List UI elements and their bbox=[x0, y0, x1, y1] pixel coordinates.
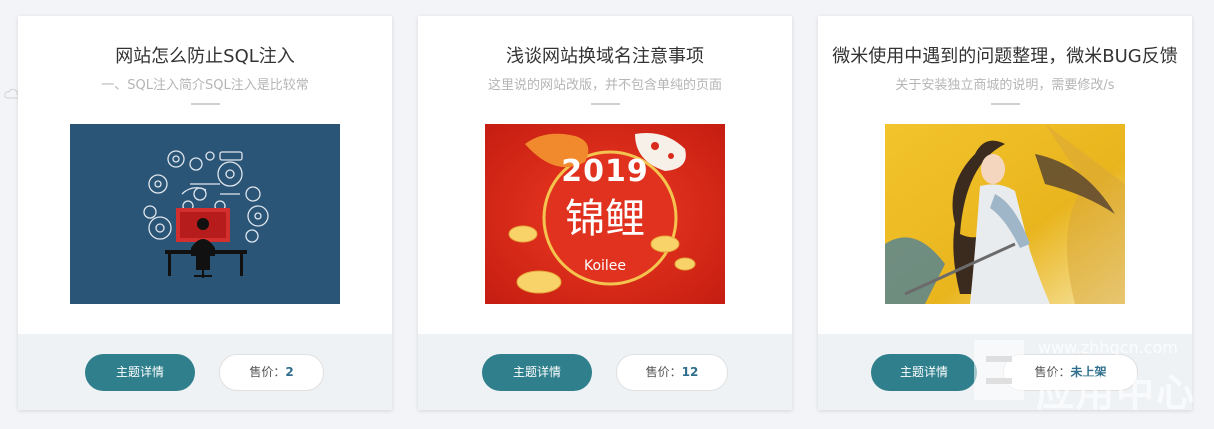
card-thumbnail[interactable] bbox=[70, 124, 340, 304]
card-description: 这里说的网站改版，并不包含单纯的页面 bbox=[487, 78, 722, 93]
card-title[interactable]: 微米使用中遇到的问题整理，微米BUG反馈 bbox=[828, 42, 1182, 68]
card-title[interactable]: 浅谈网站换域名注意事项 bbox=[428, 42, 782, 68]
site-watermark: www.zhhgcn.com 应用中心 bbox=[968, 332, 1208, 422]
sql-injection-illustration bbox=[143, 150, 269, 278]
card-description: 关于安装独立商城的说明，需要修改/s bbox=[895, 78, 1115, 93]
card-thumbnail[interactable]: 2019 锦鲤 Koilee bbox=[485, 124, 725, 304]
price-label: 售价： bbox=[249, 365, 286, 379]
poster-title: 锦鲤 bbox=[565, 196, 645, 242]
watermark-url: www.zhhgcn.com bbox=[1038, 338, 1178, 357]
price-badge: 售价：2 bbox=[219, 354, 324, 391]
theme-detail-button[interactable]: 主题详情 bbox=[482, 354, 592, 391]
card-description: 一、SQL注入简介SQL注入是比较常 bbox=[101, 78, 309, 93]
watermark-logo-icon bbox=[974, 340, 1024, 400]
poster-brand: Koilee bbox=[583, 258, 627, 274]
card-footer: 主题详情 售价：12 bbox=[418, 334, 792, 410]
watermark-text: 应用中心 bbox=[1036, 371, 1197, 415]
poster-year: 2019 bbox=[561, 154, 649, 189]
card-thumbnail[interactable] bbox=[885, 124, 1125, 304]
price-value: 12 bbox=[681, 365, 699, 379]
theme-card: 网站怎么防止SQL注入 一、SQL注入简介SQL注入是比较常 主题详情 售价：2 bbox=[18, 16, 392, 410]
price-value: 2 bbox=[285, 365, 294, 379]
game-character-artwork bbox=[885, 124, 1125, 304]
price-badge: 售价：12 bbox=[616, 354, 728, 391]
card-title[interactable]: 网站怎么防止SQL注入 bbox=[28, 42, 382, 68]
divider bbox=[191, 103, 220, 105]
theme-detail-button[interactable]: 主题详情 bbox=[871, 354, 977, 391]
theme-card: 浅谈网站换域名注意事项 这里说的网站改版，并不包含单纯的页面 2019 锦鲤 K… bbox=[418, 16, 792, 410]
divider bbox=[991, 103, 1020, 105]
divider bbox=[591, 103, 620, 105]
price-label: 售价： bbox=[645, 365, 682, 379]
card-footer: 主题详情 售价：2 bbox=[18, 334, 392, 410]
theme-detail-button[interactable]: 主题详情 bbox=[85, 354, 195, 391]
